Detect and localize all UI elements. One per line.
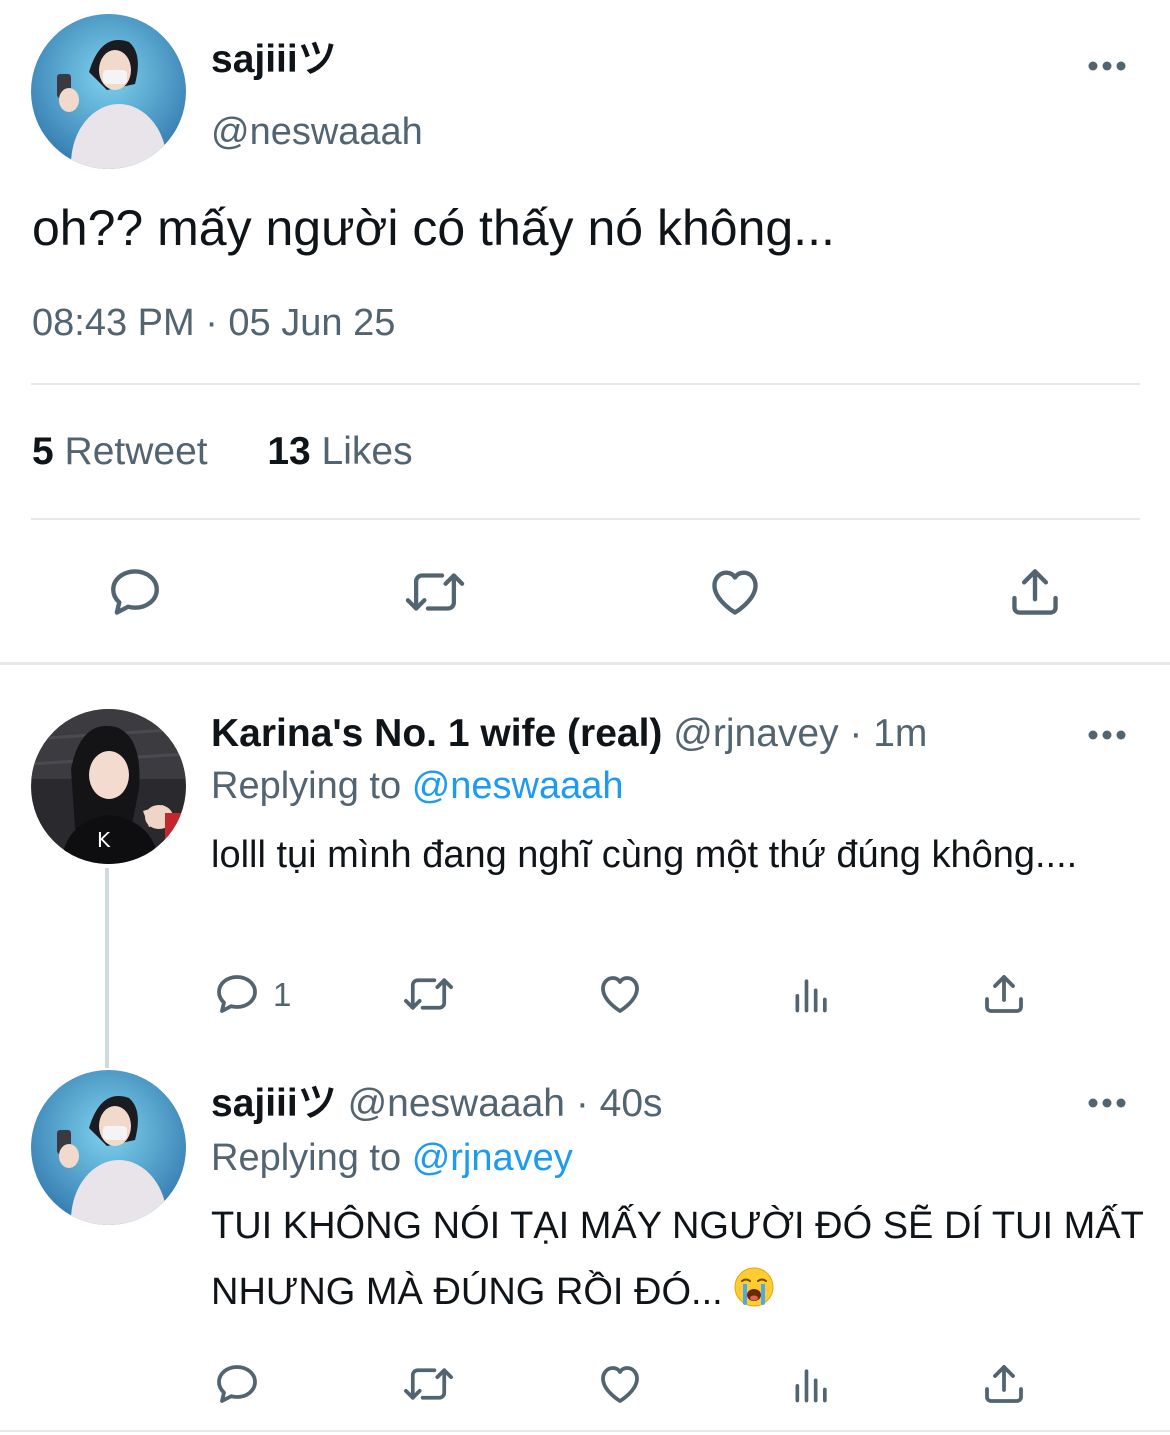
- reply-header: sajiiiツ @neswaaah · 40s: [211, 1080, 663, 1128]
- reply-header: Karina's No. 1 wife (real) @rjnavey · 1m: [211, 710, 927, 758]
- more-options-icon[interactable]: [1087, 59, 1127, 71]
- avatar-rjnavey[interactable]: K: [31, 709, 186, 864]
- replying-mention[interactable]: @neswaaah: [412, 765, 624, 807]
- share-icon[interactable]: [980, 1360, 1028, 1408]
- like-icon[interactable]: [596, 1360, 644, 1408]
- tweet-timestamp[interactable]: 08:43 PM · 05 Jun 25: [32, 300, 395, 346]
- divider: [31, 383, 1140, 385]
- reply-count[interactable]: 1: [273, 975, 291, 1015]
- reply-text: lolll tụi mình đang nghĩ cùng một thứ đú…: [211, 834, 1078, 876]
- retweet-icon[interactable]: [402, 563, 468, 621]
- retweet-label[interactable]: Retweet: [65, 430, 208, 473]
- svg-text:K: K: [97, 828, 111, 852]
- more-options-icon[interactable]: [1087, 1096, 1127, 1108]
- author-name[interactable]: sajiiiツ: [211, 36, 337, 84]
- section-divider: [0, 662, 1170, 665]
- analytics-icon[interactable]: [790, 972, 834, 1016]
- reply-author-handle[interactable]: @neswaaah: [348, 1082, 565, 1125]
- tweet-stats: 5 Retweet 13 Likes: [32, 428, 413, 476]
- loudly-crying-face-icon: [733, 1263, 775, 1329]
- reply-author-name[interactable]: sajiiiツ: [211, 1082, 337, 1125]
- replying-to: Replying to @neswaaah: [211, 763, 624, 809]
- likes-count[interactable]: 13: [267, 430, 310, 473]
- retweet-icon[interactable]: [401, 1360, 456, 1408]
- reply-icon[interactable]: [106, 563, 164, 621]
- replying-label: Replying to: [211, 765, 402, 807]
- reply-icon[interactable]: [213, 970, 261, 1018]
- reply-author-handle[interactable]: @rjnavey: [673, 712, 838, 755]
- analytics-icon[interactable]: [790, 1362, 834, 1406]
- retweet-icon[interactable]: [401, 970, 456, 1018]
- share-icon[interactable]: [980, 970, 1028, 1018]
- reply-author-name[interactable]: Karina's No. 1 wife (real): [211, 712, 662, 755]
- more-options-icon[interactable]: [1087, 728, 1127, 740]
- reply-time[interactable]: · 40s: [576, 1082, 663, 1125]
- thread-line: [105, 868, 109, 1068]
- like-icon[interactable]: [596, 970, 644, 1018]
- replying-mention[interactable]: @rjnavey: [412, 1137, 573, 1179]
- bottom-divider: [0, 1430, 1170, 1432]
- like-icon[interactable]: [706, 563, 764, 621]
- author-handle[interactable]: @neswaaah: [211, 109, 423, 155]
- reply-text: TUI KHÔNG NÓI TẠI MẤY NGƯỜI ĐÓ SẼ DÍ TUI…: [211, 1205, 1144, 1313]
- reply-icon[interactable]: [213, 1360, 261, 1408]
- avatar-sajiii[interactable]: [31, 1070, 186, 1225]
- replying-to: Replying to @rjnavey: [211, 1135, 573, 1181]
- tweet-text: oh?? mấy người có thấy nó không...: [32, 200, 835, 256]
- retweet-count[interactable]: 5: [32, 430, 54, 473]
- reply-time[interactable]: · 1m: [849, 712, 927, 755]
- reply-text-container: TUI KHÔNG NÓI TẠI MẤY NGƯỜI ĐÓ SẼ DÍ TUI…: [211, 1193, 1146, 1329]
- likes-label[interactable]: Likes: [322, 430, 413, 473]
- divider: [31, 518, 1140, 520]
- replying-label: Replying to: [211, 1137, 402, 1179]
- avatar-sajiii[interactable]: [31, 14, 186, 169]
- share-icon[interactable]: [1006, 563, 1064, 621]
